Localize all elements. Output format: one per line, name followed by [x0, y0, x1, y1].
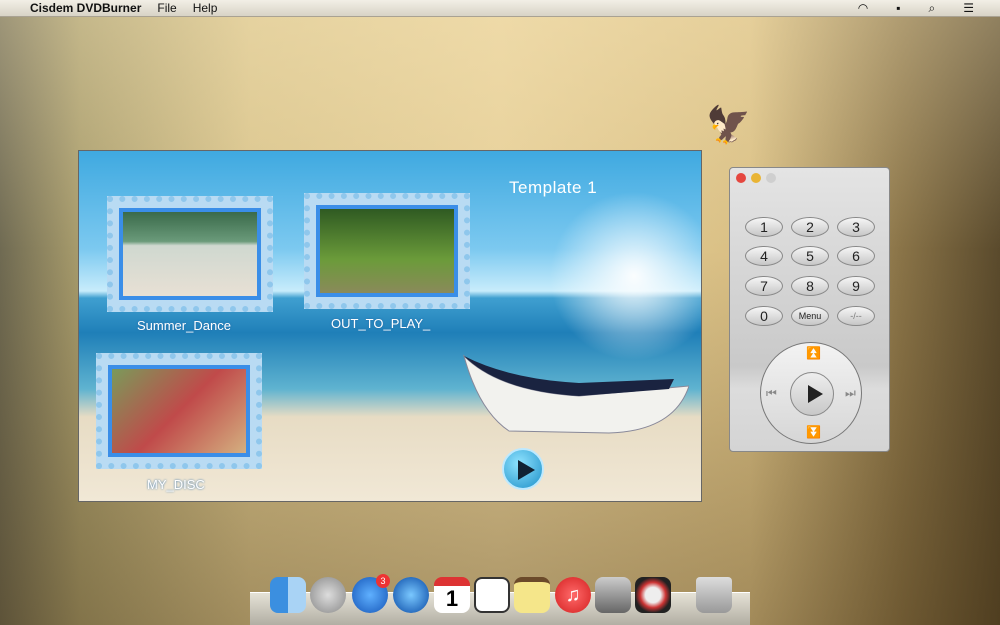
remote-button-7[interactable]: 7 [745, 276, 783, 296]
menu-help[interactable]: Help [193, 1, 218, 15]
minimize-button[interactable] [751, 173, 761, 183]
remote-button-1[interactable]: 1 [745, 217, 783, 237]
finder-icon[interactable] [270, 577, 306, 613]
remote-button-3[interactable]: 3 [837, 217, 875, 237]
launchpad-icon[interactable] [310, 577, 346, 613]
menu-bar: Cisdem DVDBurner File Help ◠ ▪ ⌕ ☰ [0, 0, 1000, 17]
down-icon[interactable]: ⏬ [806, 425, 821, 439]
wifi-icon[interactable]: ◠ [858, 1, 868, 16]
next-icon[interactable]: ⏭ [845, 386, 856, 401]
sun-glow [549, 191, 701, 361]
title-label[interactable]: OUT_TO_PLAY_ [331, 316, 430, 331]
title-label[interactable]: MY_DISC [147, 477, 205, 492]
up-icon[interactable]: ⏫ [806, 346, 821, 360]
itunes-icon[interactable]: ♫ [555, 577, 591, 613]
list-icon[interactable]: ☰ [963, 1, 974, 16]
previous-icon[interactable]: ⏮ [766, 386, 777, 401]
calendar-icon[interactable]: 1 [434, 577, 470, 613]
remote-button-4[interactable]: 4 [745, 246, 783, 266]
template-title: Template 1 [509, 178, 598, 197]
menu-app[interactable]: Cisdem DVDBurner [30, 1, 141, 15]
remote-button-9[interactable]: 9 [837, 276, 875, 296]
eagle-decoration: 🦅 [706, 104, 751, 145]
menu-preview-window: Template 1 Summer_Dance OUT_TO_PLAY_ MY_… [78, 150, 702, 502]
notes-icon[interactable] [514, 577, 550, 613]
title-thumbnail[interactable] [304, 193, 470, 309]
dvd-burner-icon[interactable] [635, 577, 671, 613]
menu-file[interactable]: File [157, 1, 176, 15]
remote-button-0[interactable]: 0 [745, 306, 783, 326]
notification-badge: 3 [376, 574, 390, 588]
search-icon[interactable]: ⌕ [929, 1, 936, 16]
close-button[interactable] [736, 173, 746, 183]
system-preferences-icon[interactable] [595, 577, 631, 613]
remote-control-window: 1 2 3 4 5 6 7 8 9 0 Menu -/-- ⏫ ⏬ ⏮ ⏭ [729, 167, 890, 452]
navigation-dial: ⏫ ⏬ ⏮ ⏭ [760, 342, 862, 444]
thumbnail-image [112, 369, 246, 453]
play-button[interactable] [502, 448, 544, 490]
remote-button-6[interactable]: 6 [837, 246, 875, 266]
remote-button-2[interactable]: 2 [791, 217, 829, 237]
remote-button-8[interactable]: 8 [791, 276, 829, 296]
remote-digit-toggle-button[interactable]: -/-- [837, 306, 875, 326]
zoom-button[interactable] [766, 173, 776, 183]
title-label[interactable]: Summer_Dance [137, 318, 231, 333]
boat-image [463, 354, 689, 434]
trash-icon[interactable] [696, 577, 732, 613]
remote-play-button[interactable] [790, 372, 834, 416]
remote-menu-button[interactable]: Menu [791, 306, 829, 326]
title-thumbnail[interactable] [107, 196, 273, 312]
thumbnail-image [320, 209, 454, 293]
flag-icon[interactable]: ▪ [896, 1, 900, 16]
thumbnail-image [123, 212, 257, 296]
reminders-icon[interactable] [474, 577, 510, 613]
safari-icon[interactable] [393, 577, 429, 613]
remote-button-5[interactable]: 5 [791, 246, 829, 266]
title-thumbnail[interactable] [96, 353, 262, 469]
